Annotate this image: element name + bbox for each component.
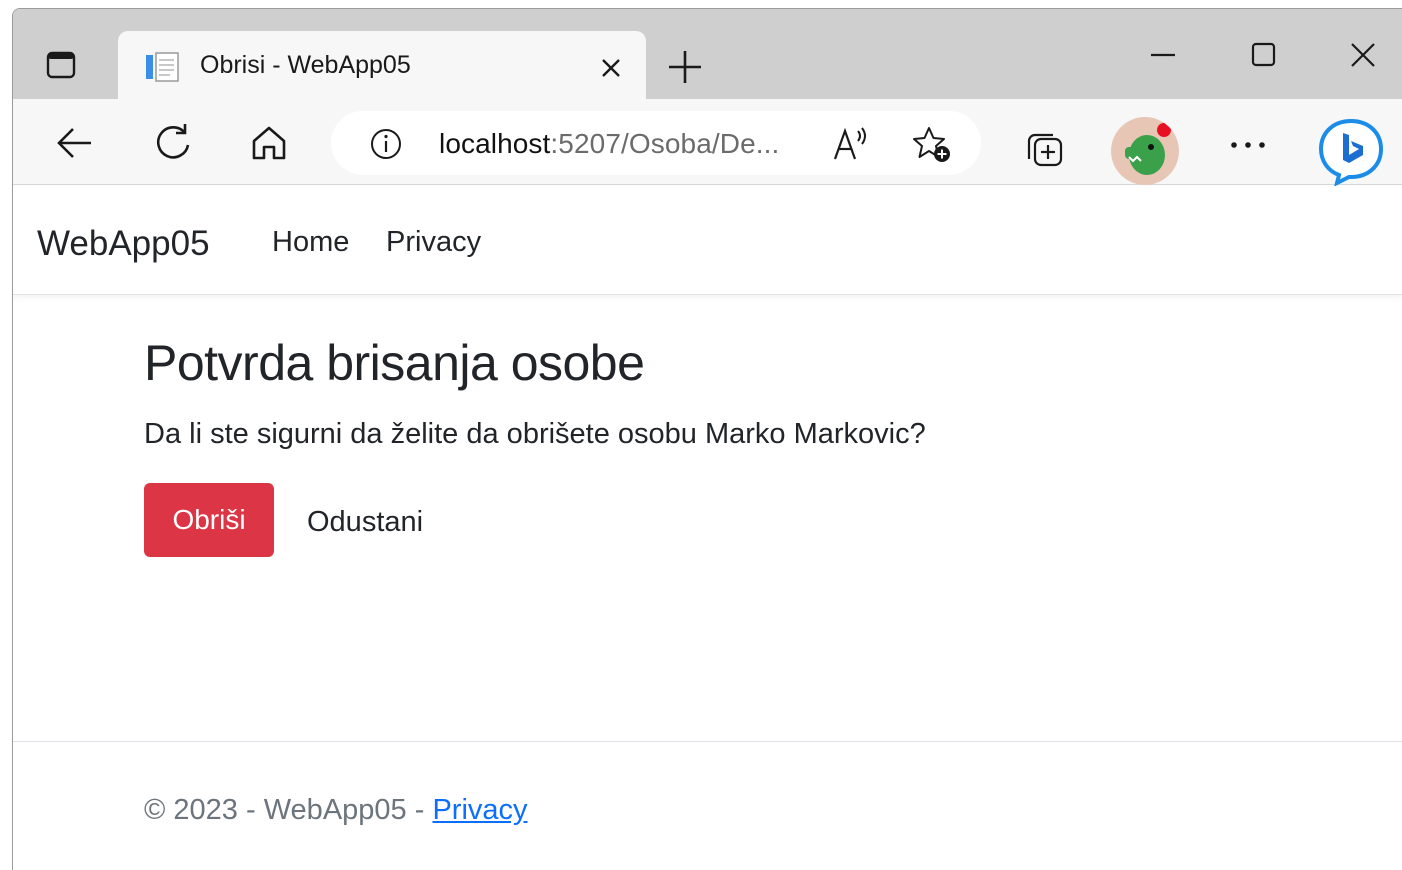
info-icon[interactable]: [369, 127, 403, 161]
url-path: :5207/Osoba/De...: [550, 128, 780, 159]
page-title: Potvrda brisanja osobe: [144, 335, 645, 391]
url-text[interactable]: localhost:5207/Osoba/De...: [439, 128, 779, 160]
collections-icon[interactable]: [1023, 129, 1067, 173]
close-tab-icon[interactable]: [596, 53, 626, 83]
read-aloud-icon[interactable]: [831, 125, 871, 165]
site-footer: © 2023 - WebApp05 - Privacy: [13, 741, 1402, 870]
refresh-icon[interactable]: [149, 119, 197, 167]
nav-link-home[interactable]: Home: [272, 226, 349, 259]
address-bar[interactable]: localhost:5207/Osoba/De...: [331, 111, 981, 175]
site-brand[interactable]: WebApp05: [37, 224, 210, 264]
browser-window: Obrisi - WebApp05 localhost:5207/Osoba/D…: [12, 8, 1402, 870]
tab-actions-button[interactable]: [33, 37, 89, 93]
page-favicon-icon: [146, 52, 179, 82]
new-tab-plus-icon[interactable]: [661, 43, 709, 91]
confirm-question: Da li ste sigurni da želite da obrišete …: [144, 418, 926, 450]
nav-link-privacy[interactable]: Privacy: [386, 226, 481, 259]
active-tab[interactable]: Obrisi - WebApp05: [118, 31, 646, 99]
cancel-link[interactable]: Odustani: [307, 506, 423, 539]
profile-avatar[interactable]: [1111, 117, 1179, 185]
home-icon[interactable]: [245, 119, 293, 167]
back-arrow-icon[interactable]: [51, 119, 99, 167]
more-icon[interactable]: [1225, 135, 1271, 155]
footer-text: © 2023 - WebApp05 - Privacy: [144, 794, 528, 827]
bing-copilot-icon[interactable]: [1315, 115, 1387, 187]
add-favorite-icon[interactable]: [911, 125, 955, 165]
tab-actions-icon: [46, 51, 76, 79]
url-host: localhost: [439, 128, 551, 159]
site-navbar: WebApp05 Home Privacy: [13, 186, 1402, 295]
tab-title: Obrisi - WebApp05: [200, 51, 411, 79]
delete-button[interactable]: Obriši: [144, 483, 274, 557]
footer-privacy-link[interactable]: Privacy: [432, 794, 527, 826]
notification-dot: [1157, 123, 1171, 137]
window-close-icon[interactable]: [1339, 33, 1387, 77]
web-page: WebApp05 Home Privacy Potvrda brisanja o…: [13, 186, 1402, 870]
footer-copyright: © 2023 - WebApp05 -: [144, 794, 433, 826]
browser-toolbar: localhost:5207/Osoba/De...: [13, 99, 1402, 187]
tab-bar: Obrisi - WebApp05: [13, 9, 1402, 99]
minimize-icon[interactable]: [1139, 33, 1187, 77]
maximize-icon[interactable]: [1239, 33, 1287, 77]
